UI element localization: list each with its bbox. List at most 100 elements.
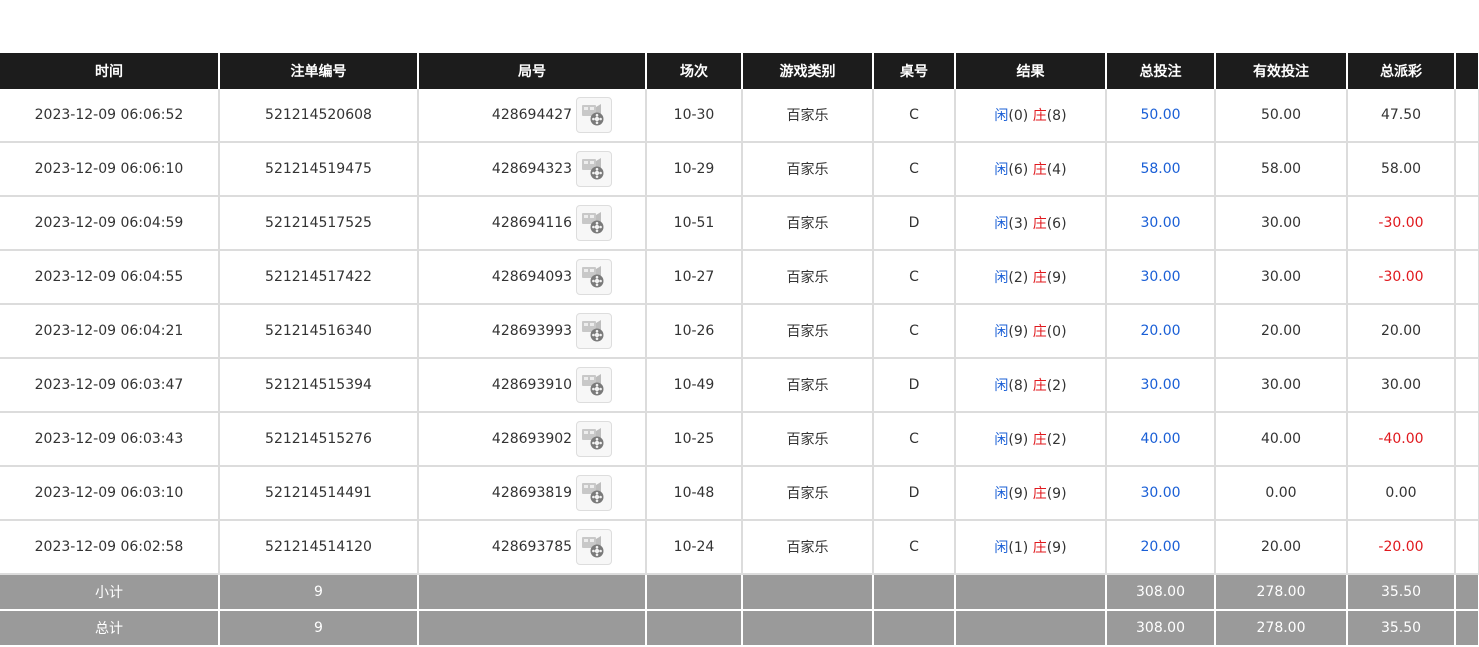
result-player-value: (3) [1008, 216, 1029, 232]
cell-session: 10-49 [646, 358, 743, 413]
replay-button[interactable] [576, 205, 613, 241]
cell-total-bet: 40.00 [1106, 412, 1216, 467]
cell-total-bet: 30.00 [1106, 196, 1216, 251]
video-replay-icon [582, 482, 604, 504]
header-game-type: 游戏类别 [742, 53, 874, 89]
result-player-label: 闲 [994, 108, 1009, 124]
result-player-value: (9) [1008, 486, 1029, 502]
cell-time: 2023-12-09 06:04:59 [0, 196, 220, 251]
cell-time: 2023-12-09 06:04:21 [0, 304, 220, 359]
table-row: 2023-12-09 06:02:58 521214514120 4286937… [0, 520, 1479, 575]
result-banker-label: 庄 [1032, 378, 1047, 394]
cell-extra [1455, 304, 1479, 359]
round-number: 428693902 [491, 431, 573, 447]
cell-bet-id: 521214517422 [219, 250, 419, 305]
result-player-value: (9) [1008, 432, 1029, 448]
result-player-label: 闲 [994, 486, 1009, 502]
header-payout: 总派彩 [1347, 53, 1456, 89]
replay-button[interactable] [576, 529, 613, 565]
round-number: 428693993 [491, 323, 573, 339]
replay-button[interactable] [576, 313, 613, 349]
total-row: 总计 9 308.00 278.00 35.50 [0, 610, 1479, 647]
replay-button[interactable] [576, 475, 613, 511]
cell-bet-id: 521214517525 [219, 196, 419, 251]
result-player-label: 闲 [994, 378, 1009, 394]
cell-valid-bet: 50.00 [1215, 89, 1348, 143]
cell-total-bet: 58.00 [1106, 142, 1216, 197]
cell-game-type: 百家乐 [742, 89, 874, 143]
cell-bet-id: 521214514491 [219, 466, 419, 521]
cell-round: 428693993 [419, 313, 644, 349]
cell-table-no: C [873, 89, 956, 143]
cell-total-bet: 30.00 [1106, 250, 1216, 305]
result-player-value: (6) [1008, 162, 1029, 178]
result-banker-label: 庄 [1032, 216, 1047, 232]
video-replay-icon [582, 158, 604, 180]
cell-payout: 0.00 [1347, 466, 1456, 521]
result-banker-value: (2) [1046, 378, 1067, 394]
cell-time: 2023-12-09 06:06:52 [0, 89, 220, 143]
cell-result: 闲(8) 庄(2) [955, 358, 1107, 413]
result-banker-label: 庄 [1032, 432, 1047, 448]
video-replay-icon [582, 320, 604, 342]
cell-extra [1455, 466, 1479, 521]
result-player-value: (1) [1008, 540, 1029, 556]
cell-game-type: 百家乐 [742, 196, 874, 251]
cell-result: 闲(6) 庄(4) [955, 142, 1107, 197]
replay-button[interactable] [576, 259, 613, 295]
replay-button[interactable] [576, 97, 613, 133]
cell-bet-id: 521214515394 [219, 358, 419, 413]
result-banker-label: 庄 [1032, 108, 1047, 124]
cell-time: 2023-12-09 06:02:58 [0, 520, 220, 575]
replay-button[interactable] [576, 421, 613, 457]
cell-table-no: C [873, 520, 956, 575]
table-row: 2023-12-09 06:04:59 521214517525 4286941… [0, 196, 1479, 251]
table-row: 2023-12-09 06:04:55 521214517422 4286940… [0, 250, 1479, 305]
cell-valid-bet: 30.00 [1215, 250, 1348, 305]
result-player-value: (9) [1008, 324, 1029, 340]
cell-valid-bet: 58.00 [1215, 142, 1348, 197]
cell-total-bet: 20.00 [1106, 304, 1216, 359]
table-row: 2023-12-09 06:04:21 521214516340 4286939… [0, 304, 1479, 359]
cell-result: 闲(9) 庄(9) [955, 466, 1107, 521]
cell-time: 2023-12-09 06:04:55 [0, 250, 220, 305]
result-banker-label: 庄 [1032, 540, 1047, 556]
table-body: 2023-12-09 06:06:52 521214520608 4286944… [0, 89, 1479, 575]
replay-button[interactable] [576, 367, 613, 403]
cell-session: 10-29 [646, 142, 743, 197]
cell-payout: 47.50 [1347, 89, 1456, 143]
result-player-label: 闲 [994, 270, 1009, 286]
video-replay-icon [582, 536, 604, 558]
cell-round: 428694093 [419, 259, 644, 295]
total-label: 总计 [0, 610, 220, 647]
cell-table-no: C [873, 304, 956, 359]
cell-bet-id: 521214520608 [219, 89, 419, 143]
result-banker-value: (9) [1046, 486, 1067, 502]
video-replay-icon [582, 104, 604, 126]
cell-payout: -30.00 [1347, 250, 1456, 305]
header-bet-id: 注单编号 [219, 53, 419, 89]
cell-result: 闲(9) 庄(0) [955, 304, 1107, 359]
cell-extra [1455, 250, 1479, 305]
cell-time: 2023-12-09 06:03:10 [0, 466, 220, 521]
cell-game-type: 百家乐 [742, 466, 874, 521]
cell-total-bet: 30.00 [1106, 358, 1216, 413]
cell-total-bet: 20.00 [1106, 520, 1216, 575]
cell-total-bet: 50.00 [1106, 89, 1216, 143]
cell-round: 428693819 [419, 475, 644, 511]
cell-table-no: C [873, 142, 956, 197]
cell-game-type: 百家乐 [742, 142, 874, 197]
cell-session: 10-30 [646, 89, 743, 143]
cell-game-type: 百家乐 [742, 304, 874, 359]
table-row: 2023-12-09 06:06:10 521214519475 4286943… [0, 142, 1479, 197]
result-player-label: 闲 [994, 162, 1009, 178]
cell-result: 闲(1) 庄(9) [955, 520, 1107, 575]
cell-session: 10-27 [646, 250, 743, 305]
result-banker-value: (6) [1046, 216, 1067, 232]
subtotal-count: 9 [219, 574, 419, 611]
bet-records-table: 时间 注单编号 局号 场次 游戏类别 桌号 结果 总投注 有效投注 总派彩 20… [0, 53, 1479, 647]
result-banker-value: (4) [1046, 162, 1067, 178]
replay-button[interactable] [576, 151, 613, 187]
cell-extra [1455, 89, 1479, 143]
cell-session: 10-51 [646, 196, 743, 251]
